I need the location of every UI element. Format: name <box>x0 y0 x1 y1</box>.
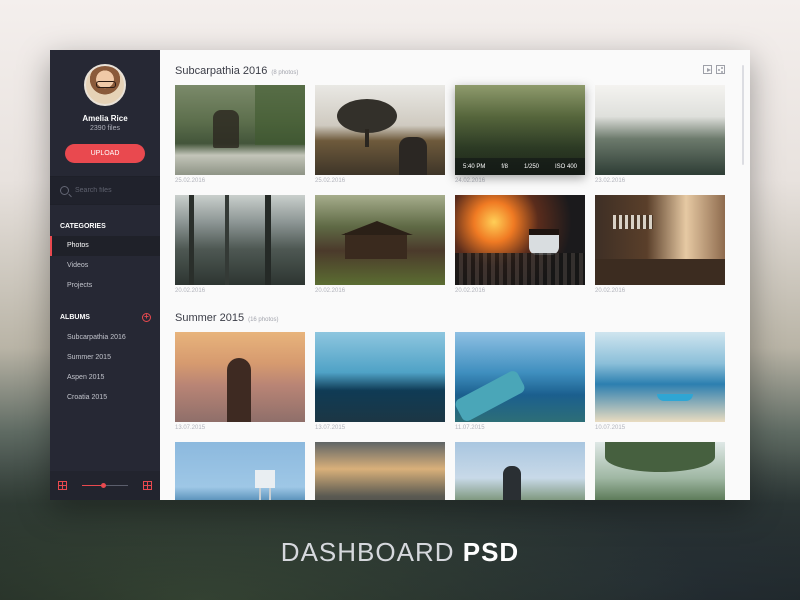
photo-thumbnail[interactable] <box>455 442 585 500</box>
small-grid-icon[interactable] <box>58 481 67 490</box>
album-photo-count: (16 photos) <box>248 317 279 323</box>
sidebar-footer <box>50 471 160 500</box>
photo-card[interactable]: 25.02.2016 <box>315 85 445 195</box>
user-profile: Amelia Rice 2390 files UPLOAD <box>50 50 160 163</box>
photo-thumbnail[interactable] <box>455 195 585 285</box>
page-tagline: DASHBOARD PSD <box>0 537 800 568</box>
photo-card[interactable]: 5:40 PM f/8 1/250 ISO 400 24.02.2016 <box>455 85 585 195</box>
exif-iso: ISO 400 <box>554 163 577 170</box>
exif-aperture: f/8 <box>501 163 508 170</box>
photo-card[interactable]: 23.02.2016 <box>595 85 725 195</box>
photo-thumbnail[interactable] <box>595 195 725 285</box>
photo-card[interactable]: 20.02.2016 <box>455 195 585 305</box>
toolbar <box>703 65 725 74</box>
exif-speed: 1/250 <box>523 163 539 170</box>
album-photo-count: (8 photos) <box>271 70 299 76</box>
albums-title: ALBUMS <box>60 314 90 321</box>
photo-thumbnail[interactable] <box>315 442 445 500</box>
photo-card[interactable]: 25.02.2016 <box>175 85 305 195</box>
search-input[interactable] <box>75 187 145 194</box>
tagline-light: DASHBOARD <box>280 537 455 567</box>
user-name: Amelia Rice <box>82 114 128 123</box>
album-title: Subcarpathia 2016 <box>175 65 268 77</box>
sidebar: Amelia Rice 2390 files UPLOAD CATEGORIES… <box>50 50 160 500</box>
albums-list: Subcarpathia 2016 Summer 2015 Aspen 2015… <box>50 328 160 408</box>
add-album-icon[interactable]: + <box>142 313 151 322</box>
photo-card[interactable] <box>455 442 585 500</box>
photo-thumbnail[interactable] <box>595 332 725 422</box>
photo-card[interactable]: 13.07.2015 <box>315 332 445 442</box>
photo-grid: 25.02.2016 25.02.2016 5:40 PM f/8 1/250 … <box>175 85 735 305</box>
search-box <box>50 176 160 205</box>
photo-date: 24.02.2016 <box>455 178 486 184</box>
zoom-slider-handle[interactable] <box>100 483 106 488</box>
photo-date: 20.02.2016 <box>595 288 626 294</box>
photo-thumbnail[interactable] <box>455 332 585 422</box>
zoom-slider[interactable] <box>82 483 128 488</box>
album-item-aspen-2015[interactable]: Aspen 2015 <box>50 368 160 388</box>
tagline-bold: PSD <box>462 537 520 567</box>
photo-date: 23.02.2016 <box>595 178 626 184</box>
album-header: Subcarpathia 2016 (8 photos) <box>175 65 750 85</box>
large-grid-icon[interactable] <box>143 481 152 490</box>
photo-date: 20.02.2016 <box>455 288 486 294</box>
photo-date: 20.02.2016 <box>315 288 346 294</box>
photo-card[interactable] <box>315 442 445 500</box>
categories-list: Photos Videos Projects <box>50 236 160 296</box>
categories-title: CATEGORIES <box>60 223 106 230</box>
photo-thumbnail[interactable] <box>315 332 445 422</box>
category-item-photos[interactable]: Photos <box>50 236 160 256</box>
photo-date: 25.02.2016 <box>315 178 346 184</box>
album-item-croatia-2015[interactable]: Croatia 2015 <box>50 388 160 408</box>
photo-date: 13.07.2015 <box>315 425 346 431</box>
photo-grid: 13.07.2015 13.07.2015 11.07.2015 10.07.2… <box>175 332 735 500</box>
photo-date: 13.07.2015 <box>175 425 206 431</box>
photo-date: 11.07.2015 <box>455 425 485 431</box>
upload-button[interactable]: UPLOAD <box>65 144 145 163</box>
album-header: Summer 2015 (16 photos) <box>175 312 750 332</box>
photo-date: 20.02.2016 <box>175 288 206 294</box>
album-item-subcarpathia-2016[interactable]: Subcarpathia 2016 <box>50 328 160 348</box>
photo-thumbnail[interactable] <box>175 85 305 175</box>
photo-card[interactable]: 20.02.2016 <box>175 195 305 305</box>
avatar[interactable] <box>84 64 126 106</box>
photo-date: 25.02.2016 <box>175 178 206 184</box>
scrollbar[interactable] <box>742 65 744 165</box>
album-item-summer-2015[interactable]: Summer 2015 <box>50 348 160 368</box>
exif-overlay: 5:40 PM f/8 1/250 ISO 400 <box>455 158 585 175</box>
user-file-count: 2390 files <box>90 125 120 132</box>
photo-thumbnail[interactable] <box>315 195 445 285</box>
photo-card[interactable] <box>595 442 725 500</box>
exif-time: 5:40 PM <box>462 163 486 170</box>
photo-thumbnail[interactable] <box>175 195 305 285</box>
photo-card[interactable] <box>175 442 305 500</box>
photo-card[interactable]: 20.02.2016 <box>595 195 725 305</box>
category-item-videos[interactable]: Videos <box>50 256 160 276</box>
photo-card[interactable]: 11.07.2015 <box>455 332 585 442</box>
album-title: Summer 2015 <box>175 312 245 324</box>
search-icon <box>60 186 69 195</box>
share-icon[interactable] <box>716 65 725 74</box>
zoom-slider-fill <box>82 485 103 486</box>
dashboard-window: Amelia Rice 2390 files UPLOAD CATEGORIES… <box>50 50 750 500</box>
photo-thumbnail-selected[interactable]: 5:40 PM f/8 1/250 ISO 400 <box>455 85 585 175</box>
photo-thumbnail[interactable] <box>175 332 305 422</box>
photo-thumbnail[interactable] <box>595 442 725 500</box>
photo-date: 10.07.2015 <box>595 425 626 431</box>
albums-heading: ALBUMS + <box>50 313 160 322</box>
photo-thumbnail[interactable] <box>315 85 445 175</box>
photo-thumbnail[interactable] <box>175 442 305 500</box>
photo-thumbnail[interactable] <box>595 85 725 175</box>
main-content: Subcarpathia 2016 (8 photos) 25.02.2016 … <box>160 50 750 500</box>
play-icon[interactable] <box>703 65 712 74</box>
photo-card[interactable]: 13.07.2015 <box>175 332 305 442</box>
category-item-projects[interactable]: Projects <box>50 276 160 296</box>
photo-card[interactable]: 10.07.2015 <box>595 332 725 442</box>
photo-card[interactable]: 20.02.2016 <box>315 195 445 305</box>
categories-heading: CATEGORIES <box>50 223 160 230</box>
